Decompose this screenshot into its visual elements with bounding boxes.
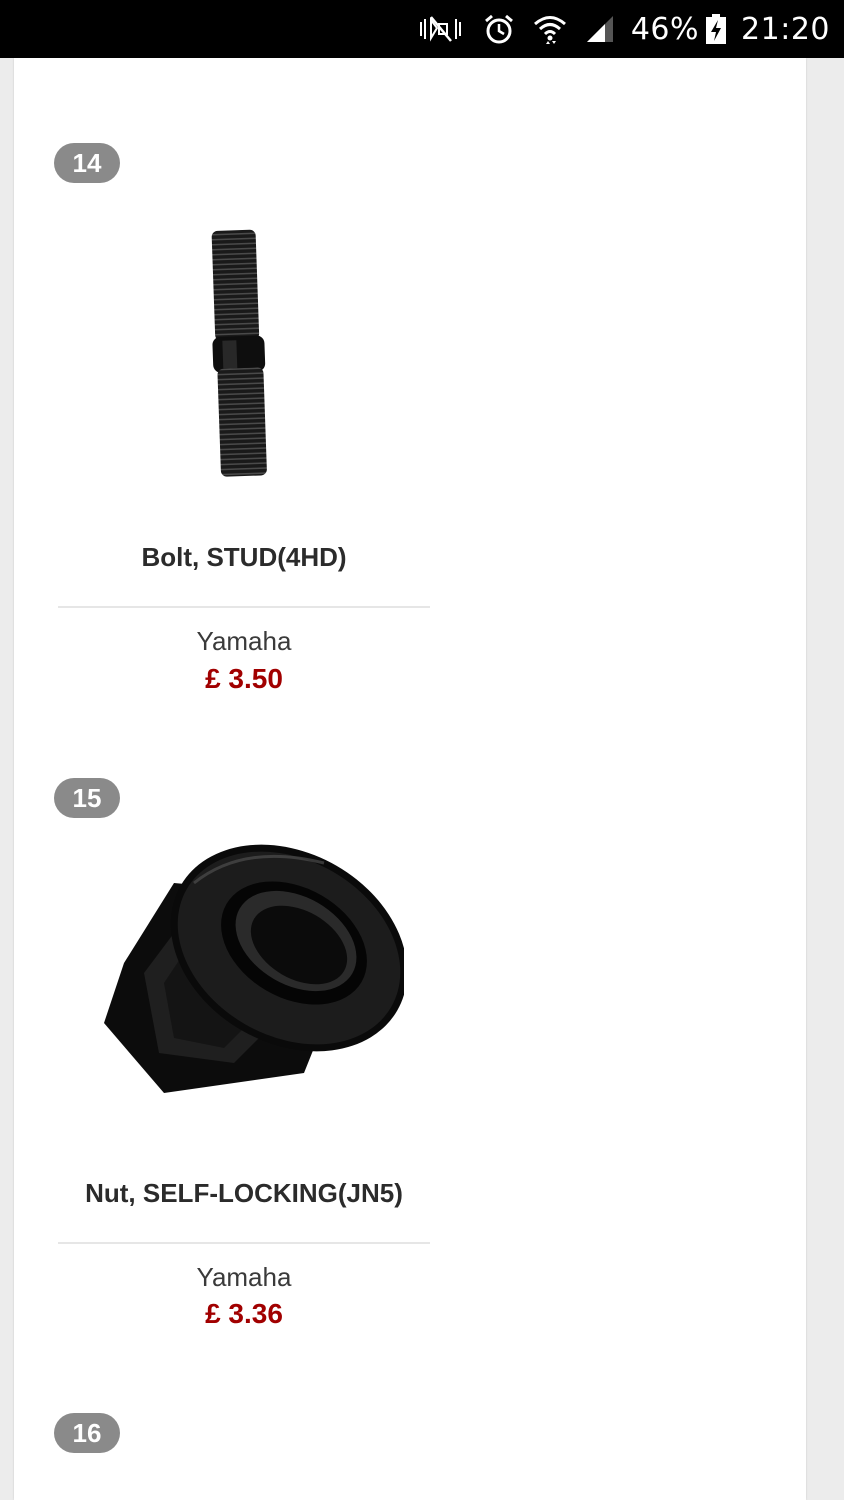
- product-brand: Yamaha: [196, 626, 292, 656]
- item-number-badge: 16: [54, 1413, 120, 1453]
- product-price: £ 3.36: [205, 1298, 283, 1329]
- product-name[interactable]: Bolt, STUD(4HD): [58, 542, 430, 573]
- status-bar: 46% 21:20: [0, 0, 844, 58]
- signal-icon: [585, 14, 615, 44]
- divider: [58, 1242, 430, 1244]
- item-number-badge: 14: [54, 143, 120, 183]
- product-brand: Yamaha: [196, 1262, 292, 1292]
- divider: [58, 606, 430, 608]
- product-price: £ 3.50: [205, 663, 283, 694]
- product-name[interactable]: Nut, SELF-LOCKING(JN5): [58, 1178, 430, 1209]
- alarm-icon: [483, 13, 515, 45]
- mute-icon: [417, 14, 465, 44]
- battery-charging-icon: [705, 13, 727, 45]
- wifi-icon: [533, 13, 567, 45]
- item-number-badge: 15: [54, 778, 120, 818]
- flange-nut-image[interactable]: [84, 823, 408, 1153]
- stud-bolt-image[interactable]: [84, 218, 404, 548]
- clock-time: 21:20: [741, 11, 830, 47]
- product-list: 14 Bolt, STUD(4HD) Yamaha £ 3.50 15 Nut,…: [14, 58, 806, 1500]
- battery-percent: 46%: [630, 11, 700, 47]
